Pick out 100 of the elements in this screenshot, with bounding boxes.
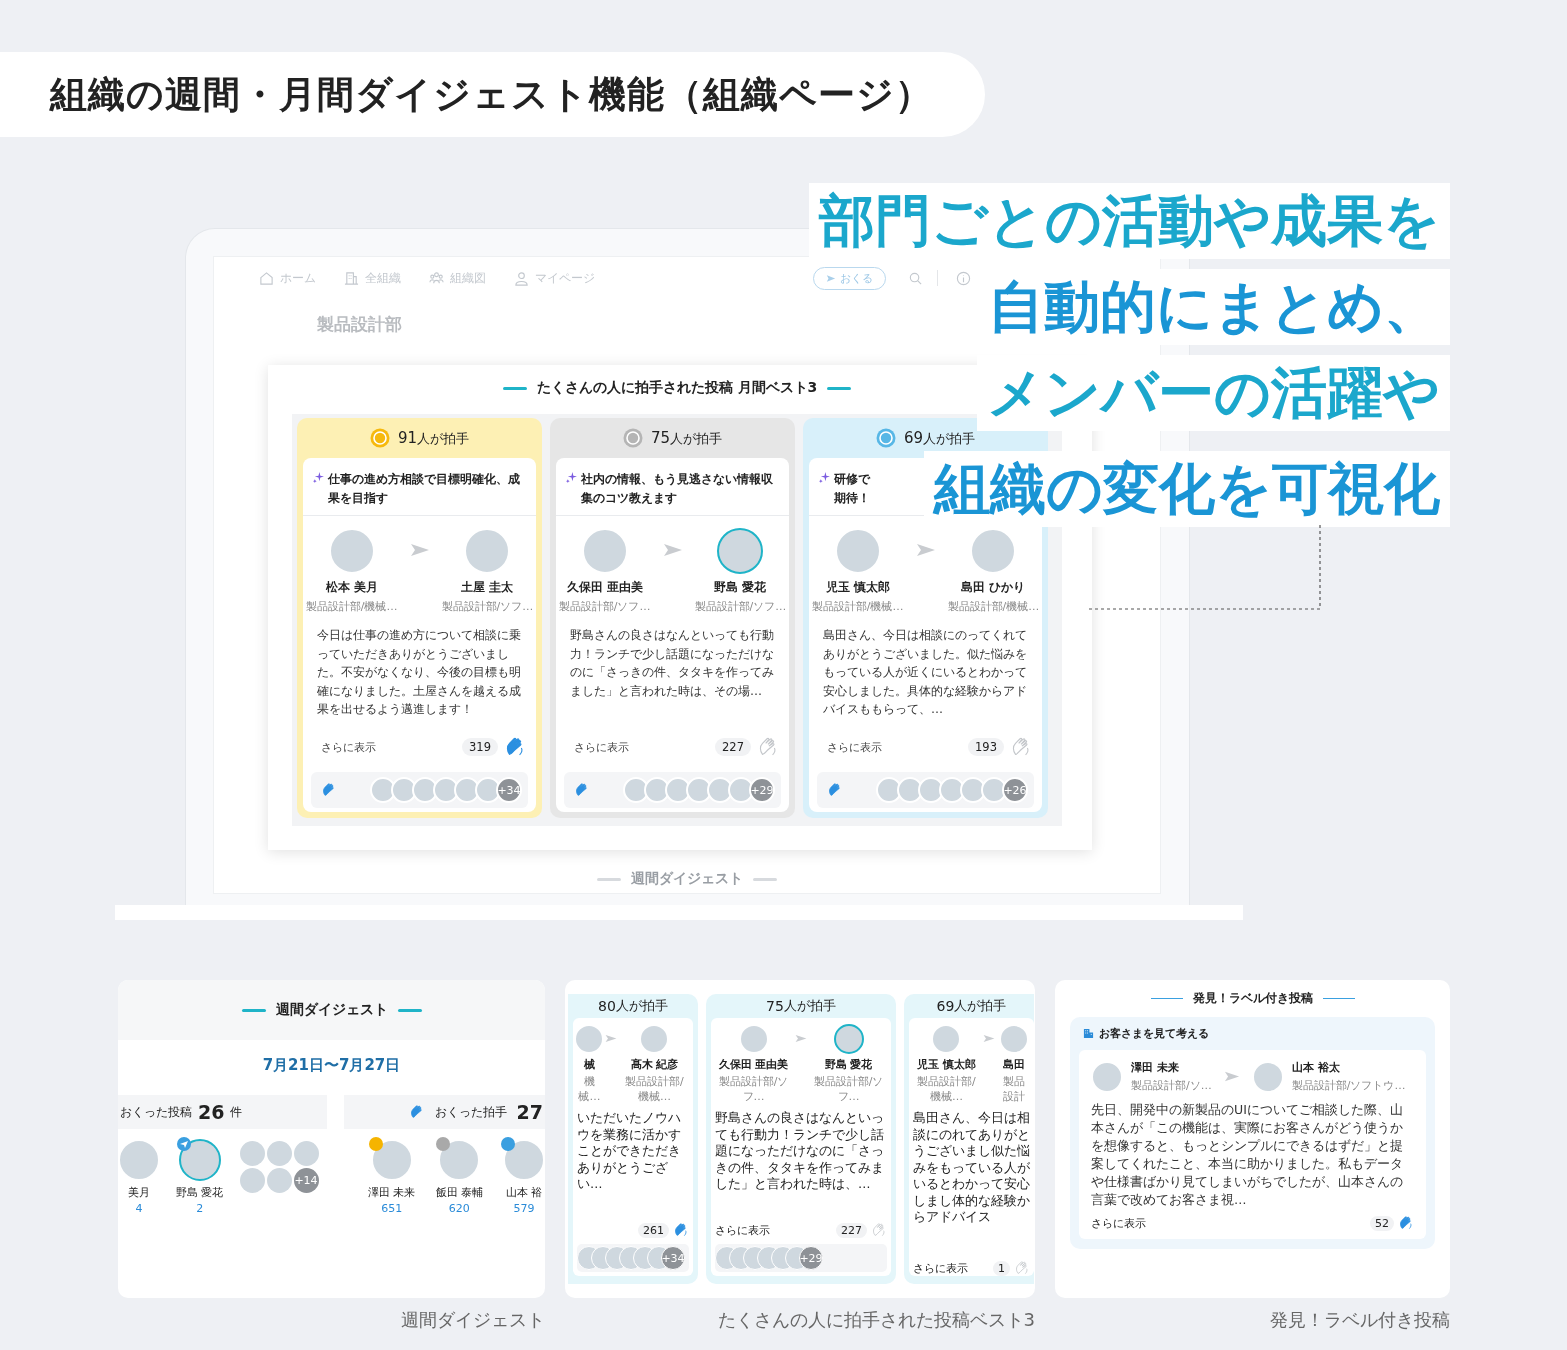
arrow-icon <box>915 543 936 557</box>
count-text: 651 <box>381 1202 403 1215</box>
arrow-icon <box>409 543 430 557</box>
show-more-link[interactable]: さらに表示 <box>913 1260 968 1276</box>
person-name: 械 <box>583 1057 595 1072</box>
department-text: 製品設計部/ソフ… <box>694 599 787 614</box>
person-name: 島田 <box>1002 1057 1025 1072</box>
clap-count-label: 69人が拍手 <box>935 996 1008 1016</box>
more-count: +34 <box>661 1246 685 1270</box>
more-count: +29 <box>749 777 775 803</box>
headline-text: 部門ごとの活動や成果を <box>809 183 1450 259</box>
show-more-link[interactable]: さらに表示 <box>574 739 716 755</box>
stat-value: 27 <box>516 1101 543 1123</box>
avatar <box>644 777 670 803</box>
more-count: +26 <box>1002 777 1028 803</box>
clap-count: 261 <box>638 1222 669 1238</box>
department-text: 製品設計部/機械… <box>305 599 398 614</box>
person-name: 美月 <box>128 1185 150 1200</box>
panel-title: 週間ダイジェスト <box>275 1001 388 1019</box>
page-title: 組織の週間・月間ダイジェスト機能（組織ページ） <box>0 52 985 137</box>
avatar <box>293 1141 319 1166</box>
post-body: 島田さん、今日は相談にのってくれてありがとうございました。似た悩みをもっている人が近くにいるとわかって安心しました。具体的な経験からアドバイスももらって、… <box>822 627 1028 719</box>
person-name: 久保田 亜由美 <box>718 1057 789 1072</box>
clap-icon[interactable] <box>504 736 526 758</box>
sparkle-icon <box>819 472 830 483</box>
avatar <box>918 777 944 803</box>
caption-text: 週間ダイジェスト <box>400 1308 545 1332</box>
avatar <box>960 777 986 803</box>
person-name: 久保田 亜由美 <box>566 580 643 595</box>
department-text: 製品設計部/ソ… <box>1131 1078 1212 1093</box>
stat-label: おくった投稿 <box>120 1103 192 1121</box>
clap-icon <box>574 782 590 798</box>
count-text: 4 <box>135 1202 143 1215</box>
person-icon <box>514 270 529 286</box>
caption-text: 発見！ラベル付き投稿 <box>1269 1308 1450 1332</box>
post-title: 仕事の進め方相談で目標明確化、成果を目指す <box>328 471 521 507</box>
label-title: お客さまを見て考える <box>1099 1026 1209 1041</box>
department-text: 製品設計部/ソフ… <box>717 1074 790 1104</box>
headline-text: 組織の変化を可視化 <box>924 451 1450 527</box>
avatar <box>939 777 965 803</box>
send-badge-icon <box>176 1137 191 1151</box>
show-more-link[interactable]: さらに表示 <box>715 1222 770 1238</box>
post-body: 先日、開発中の新製品のUIについてご相談した際、山本さんが「この機能は、実際にお客さんがどう使うかを想像すると、もっとシンプルにできるはずだ」と提案してくれたこと、本当に助かりました。私もデータや仕様書ばかり見てしまいがちでしたが、山本さんの言葉で改めてお客さま視… <box>1091 1101 1404 1209</box>
clap-count: 227 <box>715 738 751 756</box>
arrow-icon <box>1223 1071 1240 1082</box>
more-count: +29 <box>799 1246 823 1270</box>
person-name: 児玉 慎太郎 <box>825 580 890 595</box>
avatar <box>391 777 417 803</box>
person-name: 児玉 慎太郎 <box>917 1057 976 1072</box>
post-title: 研修で期待！ <box>834 471 872 507</box>
show-more-link[interactable]: さらに表示 <box>827 739 969 755</box>
avatar <box>412 777 438 803</box>
clap-icon[interactable] <box>871 1222 887 1238</box>
department-text: 製品設計部/ソフ… <box>441 599 534 614</box>
search-icon[interactable] <box>908 270 923 286</box>
clap-icon[interactable] <box>757 736 779 758</box>
avatar <box>876 777 902 803</box>
clap-icon[interactable] <box>1014 1260 1030 1276</box>
clap-icon <box>408 1104 425 1120</box>
clap-icon <box>827 782 843 798</box>
clap-icon[interactable] <box>673 1222 689 1238</box>
more-count: +14 <box>293 1168 319 1193</box>
info-icon[interactable] <box>956 270 971 286</box>
person-name: 松本 美月 <box>325 580 378 595</box>
clap-icon[interactable] <box>1398 1215 1414 1231</box>
post-body: いただいたノウハウを業務に活かすことができただきありがとうござい… <box>577 1110 682 1193</box>
person-name: 澤田 未来 <box>1131 1060 1180 1075</box>
send-icon <box>826 273 836 283</box>
person-name: 野島 愛花 <box>824 1057 873 1072</box>
person-name: 山本 裕 <box>505 1185 543 1200</box>
post-body: 野島さんの良さはなんといっても行動力！ランチで少し話題になっただけなのに「さっきの件、タタキを作ってみました」と言われた時は、… <box>715 1110 885 1193</box>
avatar <box>266 1168 292 1193</box>
person-name: 島田 ひかり <box>961 580 1026 595</box>
avatar <box>897 777 923 803</box>
clap-count: 1 <box>993 1260 1010 1276</box>
person-name: 野島 愛花 <box>714 580 767 595</box>
clap-count: 319 <box>462 738 498 756</box>
arrow-icon <box>604 1034 617 1043</box>
person-name: 野島 愛花 <box>176 1185 224 1200</box>
show-more-link[interactable]: さらに表示 <box>1091 1215 1146 1231</box>
avatar <box>454 777 480 803</box>
avatar <box>707 777 733 803</box>
department-text: 製品設計部/機械… <box>916 1074 977 1104</box>
avatar <box>266 1141 292 1166</box>
clap-count-label: 80人が拍手 <box>597 996 669 1016</box>
post-body: 島田さん、今日は相談にのれてありがとうございまし似た悩みをもっている人がいるとわかって安心しまし体的な経験からアドバイス <box>913 1110 1030 1226</box>
avatar <box>239 1141 265 1166</box>
avatar <box>665 777 691 803</box>
modal-title: たくさんの人に拍手された投稿 月間ベスト3 <box>536 379 818 397</box>
department-text: 製品設計部/機械… <box>947 599 1040 614</box>
show-more-link[interactable]: さらに表示 <box>321 739 463 755</box>
arrow-icon <box>982 1034 995 1043</box>
medal-icon <box>622 428 643 448</box>
panel-title: 発見！ラベル付き投稿 <box>1192 990 1313 1007</box>
department-text: 製品設計部/ソフ… <box>812 1074 885 1104</box>
person-name: 澤田 未来 <box>368 1185 416 1200</box>
clap-count: 193 <box>968 738 1004 756</box>
person-name: 飯田 泰輔 <box>435 1185 483 1200</box>
stat-value: 26 <box>198 1101 225 1123</box>
clap-icon[interactable] <box>1010 736 1032 758</box>
